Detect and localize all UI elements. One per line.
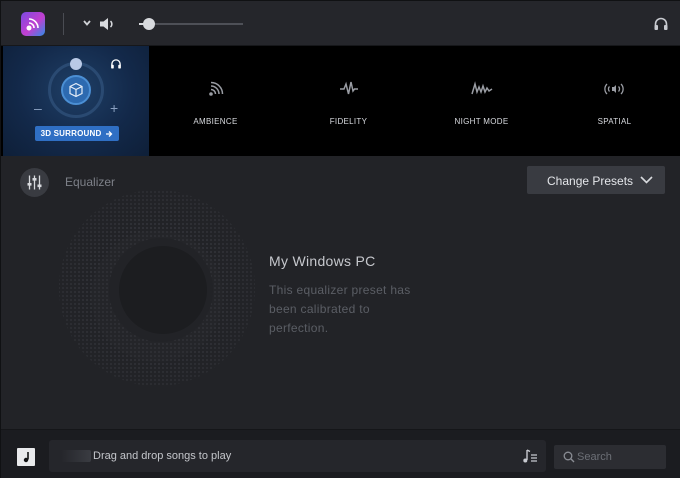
drop-zone-placeholder	[61, 450, 91, 462]
equalizer-panel: Equalizer Change Presets My Windows PC T…	[1, 156, 680, 429]
mode-bar: – + 3D SURROUND AMBIENCE FIDELITY NIGHT …	[1, 46, 680, 156]
surround-cube-button[interactable]	[61, 75, 91, 105]
speaker-icon[interactable]	[98, 15, 116, 33]
drop-zone[interactable]: Drag and drop songs to play	[49, 440, 546, 472]
app-logo[interactable]	[21, 12, 45, 36]
night-mode-icon	[470, 81, 492, 95]
surround-panel[interactable]: – + 3D SURROUND	[3, 46, 149, 156]
change-presets-dropdown[interactable]: Change Presets	[527, 166, 665, 194]
equalizer-label: Equalizer	[65, 175, 116, 189]
headphones-icon	[111, 59, 121, 69]
cube-icon	[69, 82, 83, 98]
top-bar	[1, 1, 680, 46]
mode-label: SPATIAL	[597, 117, 632, 126]
search-input[interactable]	[577, 448, 663, 466]
music-note-icon	[20, 450, 32, 464]
mode-ambience[interactable]: AMBIENCE	[149, 46, 282, 156]
now-playing-art[interactable]	[17, 448, 35, 466]
change-presets-label: Change Presets	[547, 174, 634, 188]
3d-surround-button[interactable]: 3D SURROUND	[35, 126, 119, 141]
surround-dial-handle[interactable]	[70, 58, 82, 70]
mode-label: NIGHT MODE	[454, 117, 509, 126]
chevron-down-icon	[640, 176, 653, 184]
drop-zone-text: Drag and drop songs to play	[93, 450, 232, 462]
divider	[63, 13, 64, 35]
search-icon	[563, 451, 575, 463]
surround-decrease[interactable]: –	[34, 100, 42, 116]
spatial-icon	[603, 83, 624, 95]
device-title: My Windows PC	[269, 253, 376, 269]
3d-surround-label: 3D SURROUND	[40, 129, 102, 138]
app-window: – + 3D SURROUND AMBIENCE FIDELITY NIGHT …	[0, 0, 680, 478]
mode-fidelity[interactable]: FIDELITY	[282, 46, 415, 156]
surround-increase[interactable]: +	[110, 100, 118, 116]
search-box[interactable]	[554, 445, 666, 469]
mode-spatial[interactable]: SPATIAL	[548, 46, 680, 156]
playlist-icon[interactable]	[521, 448, 539, 466]
mode-night[interactable]: NIGHT MODE	[415, 46, 548, 156]
ambience-icon	[208, 81, 223, 96]
chevron-down-icon[interactable]	[82, 18, 92, 28]
arrow-right-icon	[106, 130, 113, 137]
logo-icon	[26, 18, 39, 31]
mode-label: AMBIENCE	[193, 117, 238, 126]
equalizer-icon	[27, 175, 42, 190]
mode-label: FIDELITY	[329, 117, 368, 126]
device-description: This equalizer preset has been calibrate…	[269, 283, 411, 335]
headphones-icon[interactable]	[653, 16, 669, 32]
volume-slider-handle[interactable]	[143, 18, 156, 30]
fidelity-icon	[339, 81, 358, 95]
player-bar: Drag and drop songs to play	[1, 429, 680, 478]
speaker-graphic	[59, 190, 255, 386]
